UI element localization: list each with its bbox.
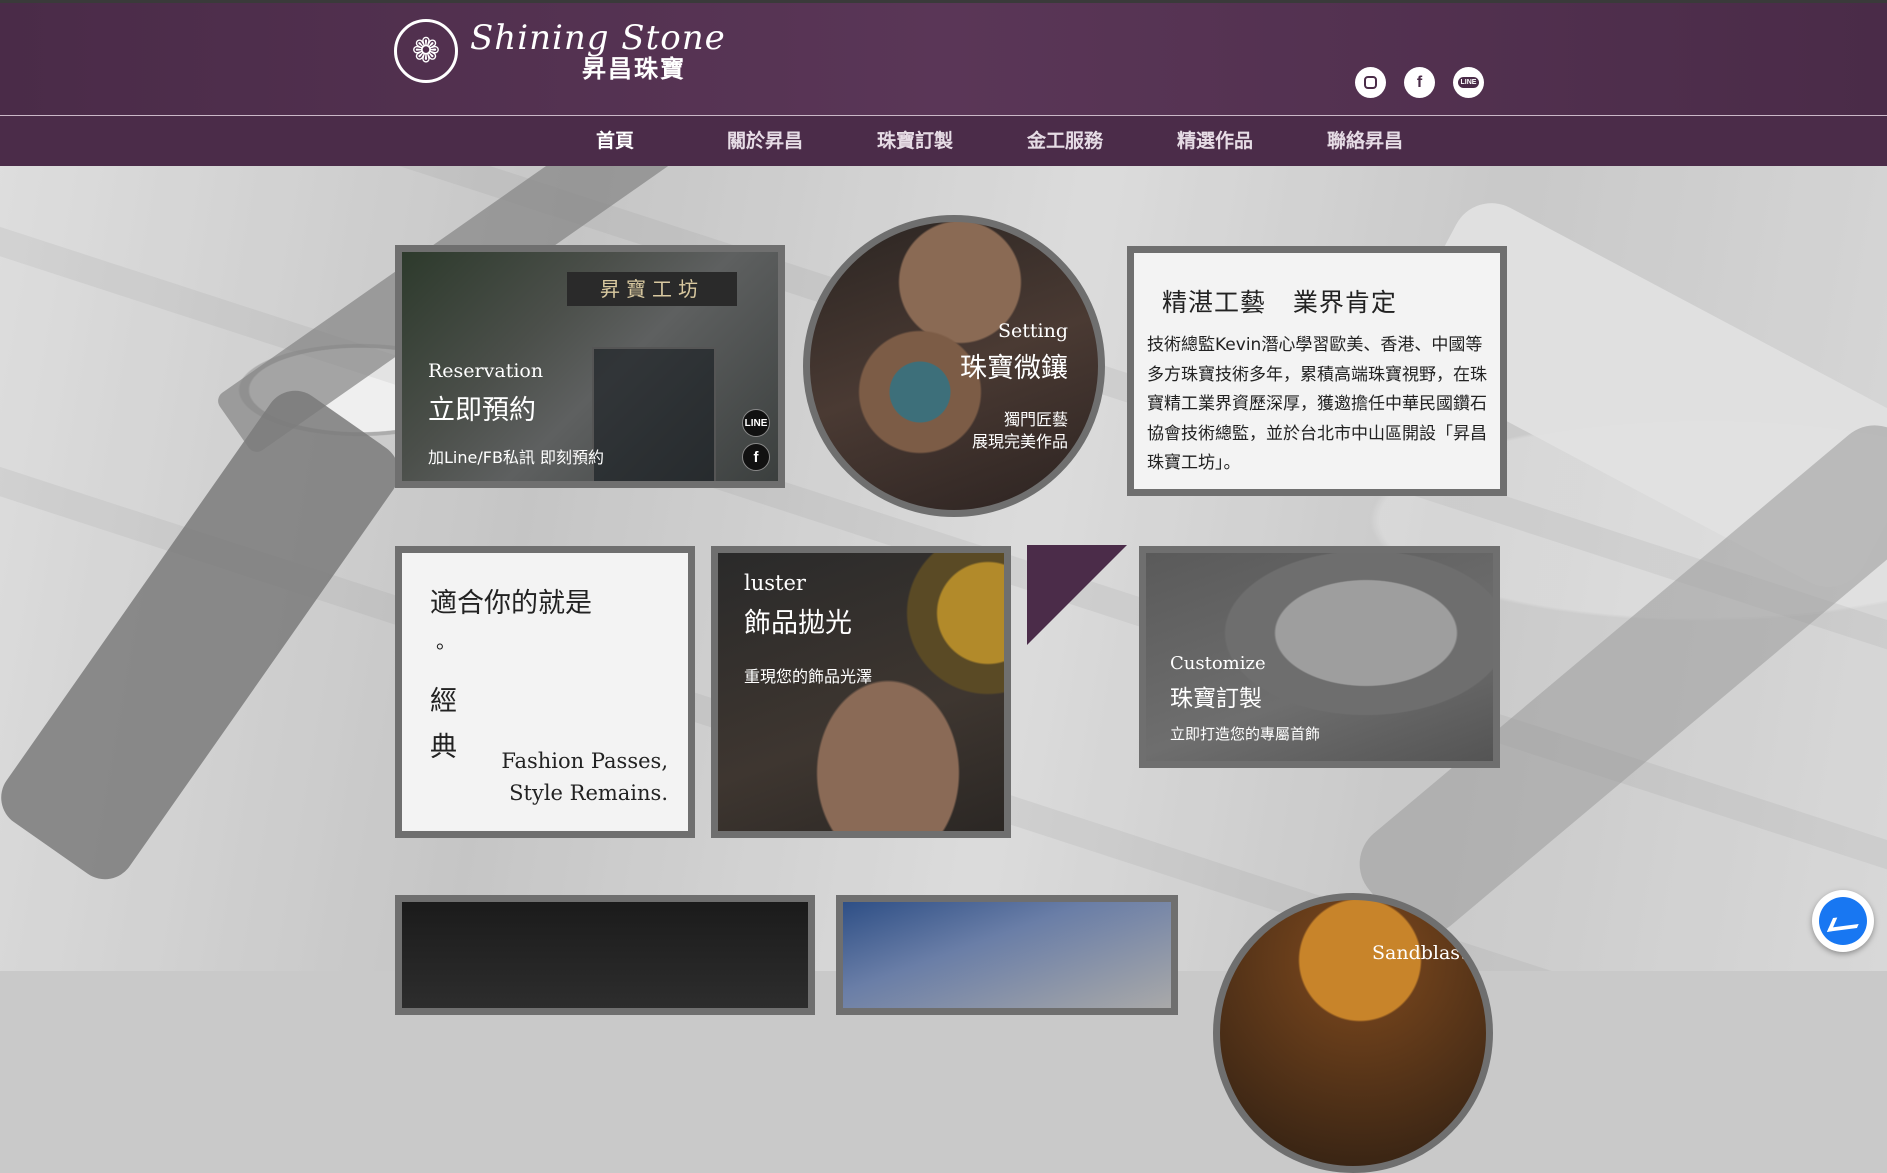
main-nav: 首頁 關於昇昌 珠寶訂製 金工服務 精選作品 聯絡昇昌: [0, 115, 1887, 166]
nav-item-about[interactable]: 關於昇昌: [690, 116, 840, 166]
shop-signboard: 昇寶工坊: [567, 272, 737, 306]
setting-circle-card[interactable]: Setting 珠寶微鑲 獨門匠藝 展現完美作品: [803, 215, 1105, 517]
logo-name-zh: 昇昌珠寶: [582, 55, 686, 83]
messenger-icon: [1819, 897, 1867, 945]
sandblast-circle-card[interactable]: Sandblast: [1213, 893, 1493, 1173]
quote-line-3: 經: [430, 686, 457, 717]
nav-item-metalwork[interactable]: 金工服務: [990, 116, 1140, 166]
reservation-card[interactable]: 昇寶工坊 Reservation 立即預約 加Line/FB私訊 即刻預約 LI…: [395, 245, 785, 488]
sandblast-title-en: Sandblast: [1372, 942, 1468, 964]
quote-line-4: 典: [430, 732, 457, 763]
about-heading: 精湛工藝 業界肯定: [1162, 288, 1397, 317]
site-logo[interactable]: ❁ Shining Stone 昇昌珠寶: [394, 19, 726, 83]
nav-item-custom-jewelry[interactable]: 珠寶訂製: [840, 116, 990, 166]
customize-title-zh: 珠寶訂製: [1170, 686, 1262, 712]
logo-name-en: Shining Stone: [470, 18, 726, 58]
setting-title-en: Setting: [997, 320, 1068, 342]
quote-en-1: Fashion Passes,: [501, 749, 668, 773]
nav-item-contact[interactable]: 聯絡昇昌: [1290, 116, 1440, 166]
about-body: 技術總監Kevin潛心學習歐美、香港、中國等多方珠寶技術多年，累積高端珠寶視野，…: [1147, 335, 1487, 473]
reservation-subtitle: 加Line/FB私訊 即刻預約: [428, 448, 605, 467]
shop-door: [592, 347, 716, 481]
facebook-icon[interactable]: f: [742, 443, 770, 471]
luster-subtitle: 重現您的飾品光澤: [744, 667, 873, 686]
line-icon[interactable]: LINE: [742, 409, 770, 437]
quote-line-1: 適合你的就是: [430, 588, 592, 619]
reservation-title-en: Reservation: [428, 360, 544, 382]
line-icon[interactable]: LINE: [1453, 67, 1484, 98]
nav-item-works[interactable]: 精選作品: [1140, 116, 1290, 166]
messenger-chat-button[interactable]: [1812, 890, 1874, 952]
site-header: ❁ Shining Stone 昇昌珠寶 f LINE: [0, 3, 1887, 115]
customize-title-en: Customize: [1170, 653, 1266, 674]
top-border: [0, 0, 1887, 3]
setting-desc-2: 展現完美作品: [971, 432, 1068, 451]
setting-title-zh: 珠寶微鑲: [960, 353, 1068, 384]
luster-title-zh: 飾品拋光: [744, 608, 852, 639]
setting-desc-1: 獨門匠藝: [1003, 410, 1068, 429]
nav-item-home[interactable]: 首頁: [540, 116, 690, 166]
customize-subtitle: 立即打造您的專屬首飾: [1170, 725, 1321, 743]
logo-flower-icon: ❁: [394, 19, 458, 83]
luster-title-en: luster: [744, 571, 806, 595]
instagram-icon[interactable]: [1355, 67, 1386, 98]
facebook-icon[interactable]: f: [1404, 67, 1435, 98]
gallery-card-dark[interactable]: [395, 895, 815, 1015]
about-card: 精湛工藝 業界肯定 技術總監Kevin潛心學習歐美、香港、中國等多方珠寶技術多年…: [1127, 246, 1507, 496]
reservation-title-zh: 立即預約: [428, 395, 536, 426]
quote-line-2: 。: [436, 629, 456, 653]
customize-card[interactable]: Customize 珠寶訂製 立即打造您的專屬首飾: [1139, 546, 1500, 768]
decorative-triangle: [1027, 545, 1127, 645]
social-links: f LINE: [1355, 67, 1484, 98]
quote-card: 適合你的就是 。 經 典 Fashion Passes, Style Remai…: [395, 546, 695, 838]
quote-en-2: Style Remains.: [509, 781, 668, 805]
luster-card[interactable]: luster 飾品拋光 重現您的飾品光澤: [711, 546, 1011, 838]
gallery-card-machine[interactable]: [836, 895, 1178, 1015]
